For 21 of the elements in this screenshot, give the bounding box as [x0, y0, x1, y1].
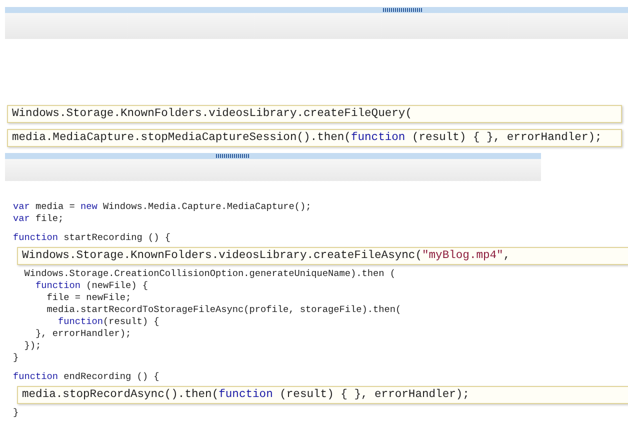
code-line: }	[13, 407, 19, 419]
code-tile[interactable]: media.MediaCapture.stopMediaCaptureSession().then(function (result) { }, errorHandler);	[7, 129, 622, 147]
code-line: media.startRecordToStorageFileAsync(profile, storageFile).then(	[46, 304, 402, 316]
code-line: }, errorHandler);	[34, 328, 132, 340]
code-line: }	[13, 352, 19, 364]
code-line: function endRecording () {	[13, 371, 160, 383]
code-line: Windows.Storage.CreationCollisionOption.generateUniqueName).then (	[23, 268, 396, 280]
code-line: var file;	[13, 213, 64, 225]
code-tile[interactable]: Windows.Storage.KnownFolders.videosLibrary.createFileQuery(	[7, 105, 622, 123]
code-line: file = newFile;	[46, 292, 132, 304]
grip-icon[interactable]	[216, 154, 250, 158]
grip-icon[interactable]	[383, 8, 423, 12]
code-line: function(result) {	[57, 316, 160, 328]
code-tile[interactable]: Windows.Storage.KnownFolders.videosLibrary.createFileAsync("myBlog.mp4",	[17, 247, 628, 265]
code-line: function (newFile) {	[34, 280, 148, 292]
splitter-bar[interactable]	[5, 7, 628, 13]
code-line: });	[23, 340, 42, 352]
code-line: var media = new Windows.Media.Capture.MediaCapture();	[13, 201, 312, 213]
code-line: function startRecording () {	[13, 232, 171, 244]
splitter-bar[interactable]	[5, 153, 541, 159]
code-tile[interactable]: media.stopRecordAsync().then(function (result) { }, errorHandler);	[17, 386, 628, 404]
